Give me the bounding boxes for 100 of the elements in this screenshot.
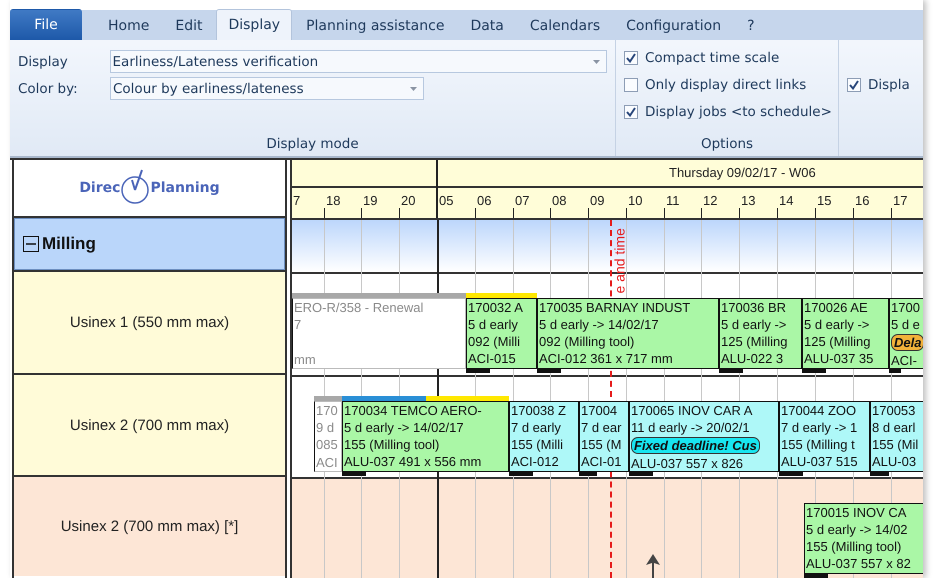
job-text: 170038 Z [511,402,567,419]
job-marker [466,369,490,373]
job-tag: Dela [891,334,923,351]
field-label: Display [18,54,69,70]
hour-label: 17 [893,193,908,208]
day-label: Thursday 09/02/17 - W06 [669,165,816,180]
checkbox-label: Only display direct links [645,76,806,92]
job-text: 092 (Milli [468,333,522,350]
job-block[interactable]: 170044 ZOO 7 d early -> 1 155 (Milling t ALU-037 515 [779,401,870,472]
resource-cell: Usinex 1 (550 mm max) [14,270,285,373]
job-text: 085 [316,436,339,453]
job-block[interactable]: 170035 BARNAY INDUST 5 d early -> 14/02/17 092 (Milling tool) ACI-012 361 x 717 mm [537,298,719,369]
ribbon-tab[interactable]: Home [96,11,162,40]
job-text: ALU-037 35 [804,350,874,367]
job-text: 155 (M [581,436,622,453]
job-text: 170065 INOV CAR A [631,402,754,419]
hour-label: 12 [703,193,718,208]
job-text: ALU-037 515 [781,453,859,470]
job-text: ALU-037 557 x 826 [631,455,744,471]
job-text: ACI- [891,352,918,368]
job-text: ALU-022 3 [721,350,784,367]
job-text: 155 (Mil [872,436,920,453]
job-marker [509,472,533,476]
job-text: 1700 [891,299,921,316]
hour-label: 15 [817,193,832,208]
dropdown-field[interactable]: Earliness/Lateness verification [110,50,607,73]
hour-label: 7 [293,193,300,208]
ribbon-tab[interactable]: Edit [163,11,214,40]
job-marker [870,472,889,476]
job-text: 5 d early -> 14/02/17 [539,316,660,333]
ribbon-tab[interactable]: Configuration [614,11,734,40]
job-marker [779,472,803,476]
hour-label: 19 [363,193,378,208]
job-text: 170044 ZOO [781,402,858,419]
job-marker [804,574,828,578]
caret-icon [593,60,600,64]
job-text: 155 (Milling t [781,436,856,453]
job-text: 125 (Milling [721,333,788,350]
job-text: 170 [316,402,339,419]
job-block[interactable]: 170034 TEMCO AERO- 5 d early -> 14/02/17 155 (Milling tool) ALU-037 491 x 556 mm [342,401,509,472]
job-text: ALU-037 491 x 556 mm [344,453,482,470]
job-text: ACI-01 [581,453,622,470]
checkbox[interactable] [624,78,638,92]
group-title: Display mode [265,136,360,154]
job-block[interactable]: 170053 8 d earl 155 (Mil ALU-03 [870,401,923,472]
hour-label: 08 [552,193,566,208]
job-text: 7 d ear [581,419,622,436]
job-text: 5 d e [891,316,921,333]
job-text: 5 d early -> [804,316,870,333]
job-text: ALU-037 557 x 82 [806,555,912,572]
job-text: 170032 A [468,299,524,316]
job-text: 125 (Milling [804,333,872,350]
group-title: Options [700,136,754,154]
ribbon-tab[interactable]: Data [458,11,516,40]
job-block[interactable]: 1700 5 d e Dela ACI- [889,298,923,369]
checkbox[interactable] [624,104,638,118]
hour-label: 14 [779,193,794,208]
checkbox[interactable] [847,78,861,92]
hour-label: 20 [401,193,416,208]
job-text: 9 d [316,419,336,436]
hour-label: 05 [439,193,454,208]
job-block[interactable]: 17004 7 d ear 155 (M ACI-01 [579,401,629,472]
file-menu-button[interactable]: File [10,9,82,40]
job-block[interactable]: 170032 A 5 d early 092 (Milli ACI-015 [466,298,537,369]
job-text: 5 d early [468,316,519,333]
ribbon-tab[interactable]: Display [216,9,292,40]
checkbox-label: Display jobs <to schedule> [645,104,832,120]
job-text: 5 d early -> 14/02 [806,521,909,538]
job-text: 8 d earl [872,419,916,436]
job-marker [537,369,561,373]
ribbon-tab[interactable]: Calendars [518,11,612,40]
dropdown-field[interactable]: Colour by earliness/lateness [110,77,424,100]
ribbon-tab[interactable]: ? [735,11,767,40]
job-text: 7 d early -> 1 [781,419,858,436]
job-text: 7 [294,316,302,333]
job-block[interactable]: 170065 INOV CAR A 11 d early -> 20/02/1 Fixed deadline! Cus ALU-037 557 x 826 [629,401,779,472]
hour-label: 09 [590,193,604,208]
resource-cell: Usinex 2 (700 mm max) [14,373,285,475]
hour-label: 18 [326,193,340,208]
job-text: 155 (Milli [511,436,564,453]
job-block[interactable]: 170036 BR 5 d early -> 125 (Milling ALU-022 3 [719,298,802,369]
job-block[interactable]: 170038 Z 7 d early 155 (Milli ACI-012 [509,401,579,472]
hour-label: 13 [741,193,756,208]
ribbon-tab[interactable]: Planning assistance [294,11,456,40]
hour-label: 11 [666,193,680,208]
hour-label: 06 [477,193,492,208]
group-name: Milling [42,234,96,254]
checkbox[interactable] [624,50,638,64]
job-marker [719,369,743,373]
job-block[interactable]: 170026 AE 5 d early -> 125 (Milling ALU-037 35 [802,298,889,369]
collapse-icon[interactable] [23,236,39,252]
job-text: ACI-012 [511,453,560,470]
job-marker [802,369,826,373]
job-text: 170036 BR [721,299,788,316]
job-text: ERO-R/358 - Renewal [294,299,424,316]
job-block[interactable]: 170015 INOV CA 5 d early -> 14/02 155 (Milling tool) ALU-037 557 x 82 [804,503,923,574]
job-text: 5 d early -> 14/02/17 [344,419,465,436]
caret-icon [410,86,417,90]
job-tag: Fixed deadline! Cus [631,437,760,454]
arrow-icon [646,554,660,578]
